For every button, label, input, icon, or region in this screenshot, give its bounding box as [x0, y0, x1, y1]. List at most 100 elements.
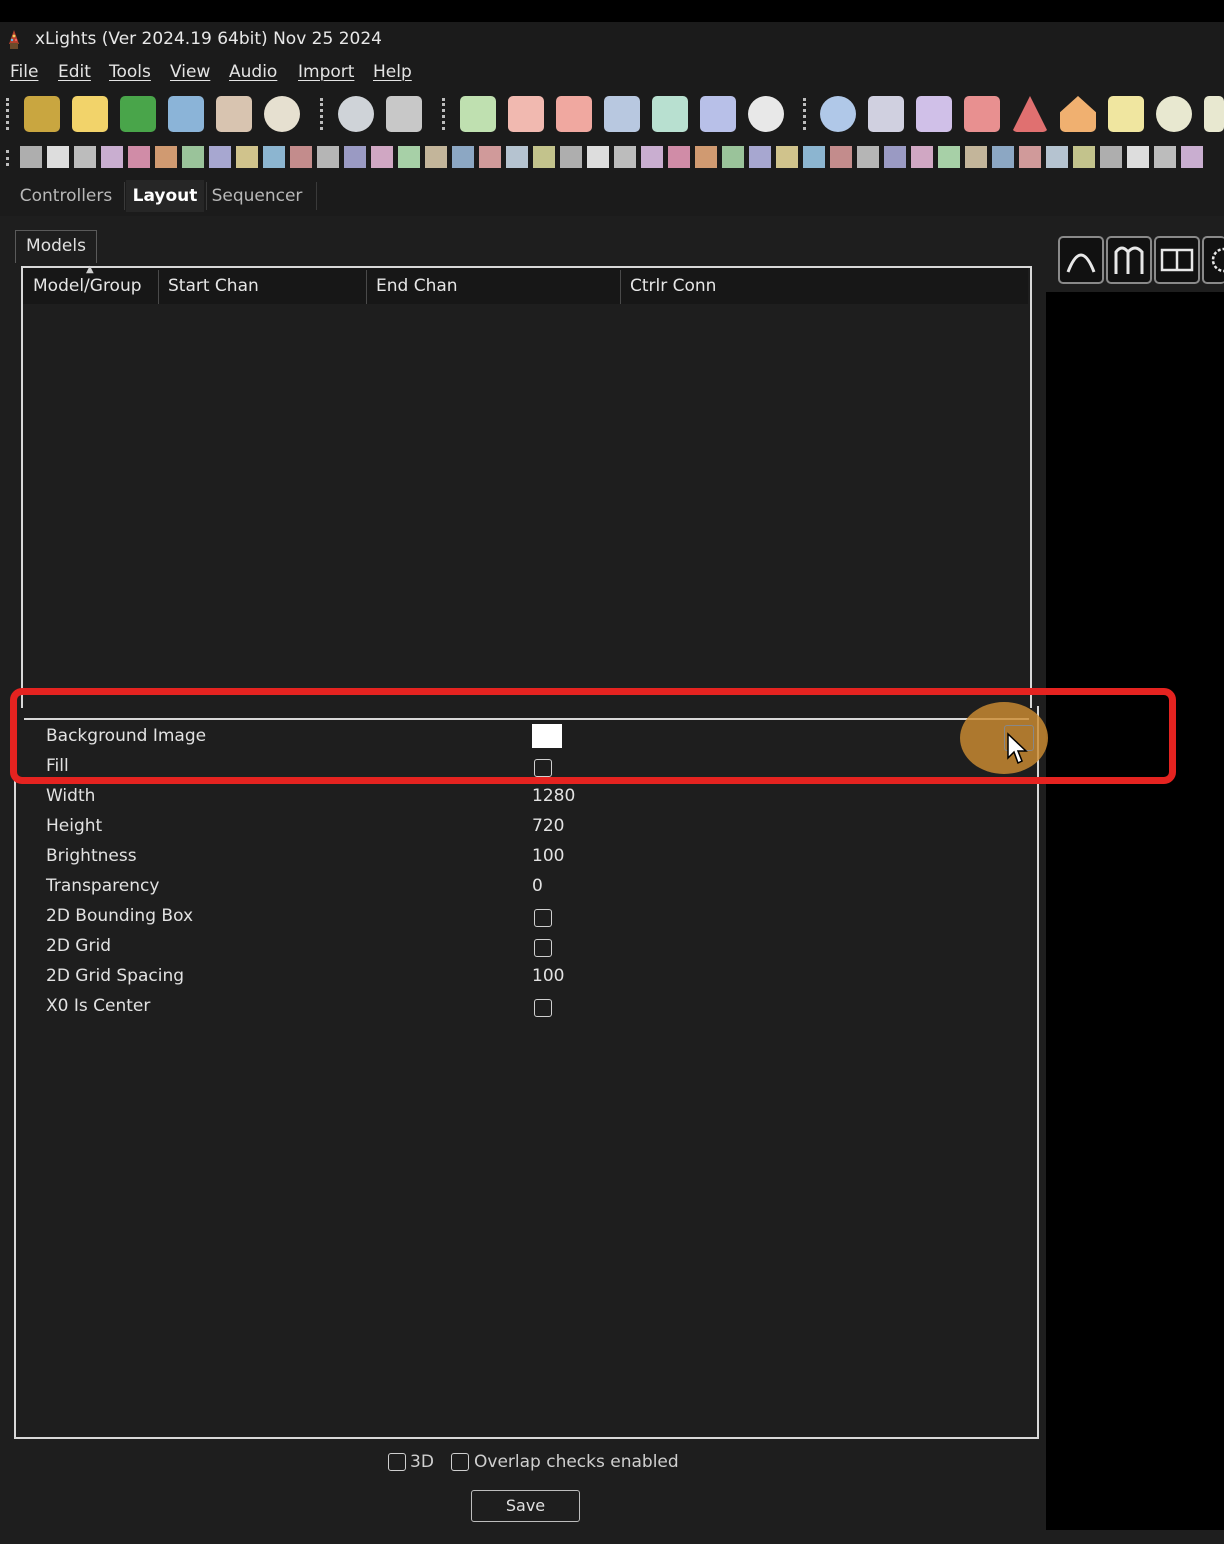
- rotate-icon[interactable]: [1202, 236, 1224, 284]
- menu-import[interactable]: Import: [298, 62, 354, 82]
- column-divider[interactable]: [158, 270, 159, 304]
- effect-icon[interactable]: [425, 146, 447, 168]
- 2d-bounding-box-checkbox[interactable]: [534, 909, 552, 927]
- tab-controllers[interactable]: Controllers: [10, 180, 122, 212]
- effect-icon[interactable]: [614, 146, 636, 168]
- prop-value-2d-grid-spacing[interactable]: 100: [532, 966, 564, 986]
- menu-file[interactable]: File: [10, 62, 38, 82]
- bulb-icon[interactable]: [748, 96, 784, 132]
- open-folder-icon[interactable]: [120, 96, 156, 132]
- column-divider[interactable]: [366, 270, 367, 304]
- effect-icon[interactable]: [506, 146, 528, 168]
- repeat-icon[interactable]: [700, 96, 736, 132]
- prop-value-transparency[interactable]: 0: [532, 876, 543, 896]
- stop-icon[interactable]: [556, 96, 592, 132]
- effect-icon[interactable]: [290, 146, 312, 168]
- column-header-end-chan[interactable]: End Chan: [376, 276, 458, 296]
- models-list[interactable]: [21, 266, 1032, 708]
- toolbar-grip[interactable]: [803, 98, 809, 130]
- toolbar-grip[interactable]: [6, 150, 12, 166]
- rewind-icon[interactable]: [604, 96, 640, 132]
- x0-is-center-checkbox[interactable]: [534, 999, 552, 1017]
- effect-icon[interactable]: [533, 146, 555, 168]
- 2d-grid-checkbox[interactable]: [534, 939, 552, 957]
- effect-icon[interactable]: [776, 146, 798, 168]
- model-icon[interactable]: [1108, 96, 1144, 132]
- prop-value-width[interactable]: 1280: [532, 786, 575, 806]
- play-icon[interactable]: [460, 96, 496, 132]
- palette-icon[interactable]: [264, 96, 300, 132]
- print-icon[interactable]: [216, 96, 252, 132]
- tab-sequencer[interactable]: Sequencer: [208, 180, 306, 212]
- overlap-icon[interactable]: [964, 96, 1000, 132]
- effect-icon[interactable]: [263, 146, 285, 168]
- effect-icon[interactable]: [209, 146, 231, 168]
- menu-edit[interactable]: Edit: [58, 62, 91, 82]
- layers-icon[interactable]: [916, 96, 952, 132]
- effects-bars-icon[interactable]: [868, 96, 904, 132]
- toolbar-grip[interactable]: [442, 98, 448, 130]
- toolbar-grip[interactable]: [320, 98, 326, 130]
- effect-icon[interactable]: [857, 146, 879, 168]
- models-panel-tab[interactable]: Models: [15, 230, 97, 263]
- column-header-start-chan[interactable]: Start Chan: [168, 276, 259, 296]
- effect-icon[interactable]: [965, 146, 987, 168]
- menu-tools[interactable]: Tools: [109, 62, 151, 82]
- effect-icon[interactable]: [1073, 146, 1095, 168]
- column-header-ctrlr-conn[interactable]: Ctrlr Conn: [630, 276, 716, 296]
- settings-gear-icon[interactable]: [820, 96, 856, 132]
- starburst-icon[interactable]: [1204, 96, 1224, 132]
- 3d-checkbox[interactable]: [388, 1453, 406, 1471]
- prop-value-brightness[interactable]: 100: [532, 846, 564, 866]
- effect-icon[interactable]: [911, 146, 933, 168]
- arc-icon[interactable]: [1058, 236, 1104, 284]
- effect-icon[interactable]: [1127, 146, 1149, 168]
- effect-icon[interactable]: [1019, 146, 1041, 168]
- effect-icon[interactable]: [695, 146, 717, 168]
- save-icon[interactable]: [168, 96, 204, 132]
- effect-icon[interactable]: [992, 146, 1014, 168]
- menu-view[interactable]: View: [170, 62, 210, 82]
- column-divider[interactable]: [620, 270, 621, 304]
- effect-icon[interactable]: [344, 146, 366, 168]
- effect-icon[interactable]: [1100, 146, 1122, 168]
- layout-preview-canvas[interactable]: [1046, 292, 1224, 1530]
- effect-icon[interactable]: [1181, 146, 1203, 168]
- effect-icon[interactable]: [47, 146, 69, 168]
- effect-icon[interactable]: [182, 146, 204, 168]
- effect-icon[interactable]: [452, 146, 474, 168]
- effect-icon[interactable]: [803, 146, 825, 168]
- new-file-icon[interactable]: [72, 96, 108, 132]
- menu-help[interactable]: Help: [373, 62, 412, 82]
- effect-icon[interactable]: [884, 146, 906, 168]
- column-header-model-group[interactable]: Model/Group: [33, 276, 142, 296]
- effect-icon[interactable]: [830, 146, 852, 168]
- effect-icon[interactable]: [155, 146, 177, 168]
- effect-icon[interactable]: [236, 146, 258, 168]
- overlap-checks-checkbox[interactable]: [451, 1453, 469, 1471]
- save-button[interactable]: Save: [471, 1490, 580, 1522]
- tab-layout[interactable]: Layout: [126, 180, 204, 212]
- effect-icon[interactable]: [560, 146, 582, 168]
- starburst-icon[interactable]: [1156, 96, 1192, 132]
- fast-forward-icon[interactable]: [652, 96, 688, 132]
- effect-icon[interactable]: [1046, 146, 1068, 168]
- effect-icon[interactable]: [587, 146, 609, 168]
- effect-icon[interactable]: [668, 146, 690, 168]
- effect-icon[interactable]: [938, 146, 960, 168]
- toolbar-grip[interactable]: [6, 98, 12, 130]
- effect-icon[interactable]: [479, 146, 501, 168]
- effect-icon[interactable]: [749, 146, 771, 168]
- effect-icon[interactable]: [722, 146, 744, 168]
- effect-icon[interactable]: [641, 146, 663, 168]
- effect-icon[interactable]: [101, 146, 123, 168]
- effect-icon[interactable]: [398, 146, 420, 168]
- grid-icon[interactable]: [386, 96, 422, 132]
- split-view-icon[interactable]: [1154, 236, 1200, 284]
- effect-icon[interactable]: [371, 146, 393, 168]
- clock-icon[interactable]: [338, 96, 374, 132]
- prop-value-height[interactable]: 720: [532, 816, 564, 836]
- pause-icon[interactable]: [508, 96, 544, 132]
- effect-icon[interactable]: [20, 146, 42, 168]
- effect-icon[interactable]: [1154, 146, 1176, 168]
